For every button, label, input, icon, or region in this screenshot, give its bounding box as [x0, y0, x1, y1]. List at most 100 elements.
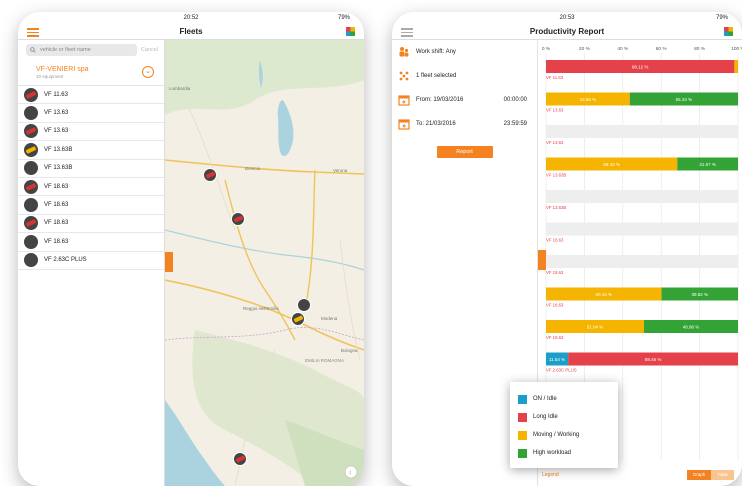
fleet-sidebar: vehicle or fleet name Cancel VF-VENIERI … [18, 40, 165, 486]
graph-button[interactable]: Graph [686, 470, 712, 480]
vehicle-pin[interactable] [297, 298, 311, 312]
vehicle-list-item[interactable]: VF 2.63C PLUS [18, 252, 164, 270]
category-label: VF 18.63 [546, 335, 564, 340]
x-tick-label: 60 % [656, 46, 668, 52]
vehicle-label: VF 18.63 [44, 238, 69, 245]
fleet-selected-label: 1 fleet selected [416, 73, 457, 79]
vehicle-list-item[interactable]: VF 18.63 [18, 196, 164, 215]
bar-data-label: 98.12 % [632, 64, 649, 69]
legend-item: Moving / Working [518, 426, 610, 444]
legend-label: High workload [533, 450, 572, 456]
vehicle-label: VF 11.63 [44, 91, 68, 98]
vehicle-list: VF 11.63 VF 13.63 VF 13.63 VF 13.63B VF 13.6… [18, 85, 164, 270]
bar-track [546, 125, 738, 138]
table-button[interactable]: Table [711, 470, 734, 480]
svg-text:Lombardia: Lombardia [169, 86, 191, 91]
menu-icon[interactable] [401, 28, 413, 37]
map-graphic: Lombardia Brescia Verona Reggio nell'Emi… [165, 40, 364, 486]
vehicle-icon [24, 234, 38, 249]
to-date: To: 21/03/2016 [416, 121, 456, 127]
search-bar: vehicle or fleet name Cancel [26, 44, 158, 56]
report-button[interactable]: Report [436, 146, 493, 158]
vehicle-label: VF 13.63B [44, 165, 73, 172]
svg-text:Bologna: Bologna [341, 348, 358, 353]
vehicle-label: VF 18.63 [44, 202, 69, 209]
vehicle-list-item[interactable]: VF 18.63 [18, 233, 164, 252]
fleet-header[interactable]: VF-VENIERI spa 10 equipment ⌄ [18, 60, 164, 83]
search-placeholder: vehicle or fleet name [40, 47, 91, 53]
category-label: VF 13.63B [546, 205, 566, 210]
bar-data-label: 56.34 % [676, 97, 693, 102]
bar-data-label: 11.54 % [549, 357, 565, 362]
category-label: VF 13.63B [546, 173, 566, 178]
vehicle-list-item[interactable]: VF 18.63 [18, 178, 164, 197]
bar-data-label: 88.46 % [645, 357, 662, 362]
vehicle-label: VF 2.63C PLUS [44, 257, 87, 264]
bar-data-label: 31.57 % [699, 162, 716, 167]
legend-label: ON / Idle [533, 396, 557, 402]
menu-icon[interactable] [27, 28, 39, 37]
vehicle-icon [24, 253, 38, 268]
bar-track [546, 255, 738, 268]
fleet-filter[interactable]: 1 fleet selected [392, 64, 537, 88]
vehicle-pin[interactable] [203, 168, 217, 182]
vehicle-icon [24, 142, 38, 157]
calendar-from-icon [398, 95, 410, 106]
vehicle-list-item[interactable]: VF 11.63 [18, 86, 164, 105]
vehicle-icon [24, 179, 38, 194]
legend-item: High workload [518, 444, 610, 462]
legend-swatch [518, 412, 527, 422]
from-time: 00:00:00 [503, 97, 527, 103]
svg-text:Verona: Verona [333, 168, 348, 173]
calendar-to-icon [398, 119, 410, 130]
work-shift-filter[interactable]: Work shift: Any [392, 40, 537, 64]
bar-segment [734, 60, 738, 73]
category-label: VF 18.63 [546, 270, 564, 275]
cancel-button[interactable]: Cancel [141, 47, 158, 53]
filters-toggle-handle[interactable] [538, 250, 546, 270]
chevron-down-icon[interactable]: ⌄ [142, 66, 154, 78]
legend-link[interactable]: Legend [542, 472, 559, 478]
bar-data-label: 51.04 % [587, 324, 604, 329]
category-label: VF 18.63 [546, 238, 564, 243]
x-tick-label: 20 % [579, 46, 591, 52]
vehicle-pin[interactable] [231, 212, 245, 226]
vehicle-list-item[interactable]: VF 13.63 [18, 123, 164, 142]
map-view[interactable]: Lombardia Brescia Verona Reggio nell'Emi… [165, 40, 364, 486]
legend-label: Long Idle [533, 414, 558, 420]
vehicle-label: VF 18.63 [44, 220, 69, 227]
vehicle-list-item[interactable]: VF 13.63 [18, 104, 164, 123]
status-time: 20:52 [183, 15, 199, 21]
view-toggle: Graph Table [686, 470, 734, 480]
vehicle-icon [24, 216, 38, 231]
svg-text:Reggio nell'Emilia: Reggio nell'Emilia [243, 306, 279, 311]
vehicle-label: VF 13.63 [44, 128, 69, 135]
x-tick-label: 0 % [542, 46, 551, 52]
svg-text:Modena: Modena [321, 316, 338, 321]
brand-logo-icon [346, 27, 355, 36]
to-time: 23:59:59 [503, 121, 527, 127]
vehicle-list-item[interactable]: VF 13.63B [18, 160, 164, 178]
vehicle-icon [24, 198, 38, 213]
category-label: VF 13.63 [546, 140, 564, 145]
vehicle-pin[interactable] [233, 452, 247, 466]
vehicle-label: VF 13.63B [44, 146, 73, 153]
legend-swatch [518, 448, 527, 458]
x-tick-label: 80 % [694, 46, 706, 52]
work-shift-label: Work shift: Any [416, 49, 456, 55]
vehicle-list-item[interactable]: VF 13.63B [18, 141, 164, 160]
vehicle-list-item[interactable]: VF 18.63 [18, 215, 164, 234]
legend-popup: ON / Idle Long Idle Moving / Working High w… [510, 382, 618, 468]
vehicle-icon [24, 87, 38, 102]
fleet-name: VF-VENIERI spa [36, 66, 89, 73]
bar-data-label: 43.66 % [580, 97, 597, 102]
sidebar-toggle-handle[interactable] [165, 252, 173, 272]
vehicle-label: VF 18.63 [44, 183, 69, 190]
brand-logo-icon [724, 27, 733, 36]
search-input[interactable]: vehicle or fleet name [26, 44, 137, 56]
vehicle-label: VF 13.63 [44, 110, 69, 117]
to-date-filter[interactable]: To: 21/03/2016 23:59:59 [392, 112, 537, 136]
from-date-filter[interactable]: From: 19/03/2016 00:00:00 [392, 88, 537, 112]
vehicle-pin[interactable] [291, 312, 305, 326]
battery-level: 79% [715, 15, 728, 21]
